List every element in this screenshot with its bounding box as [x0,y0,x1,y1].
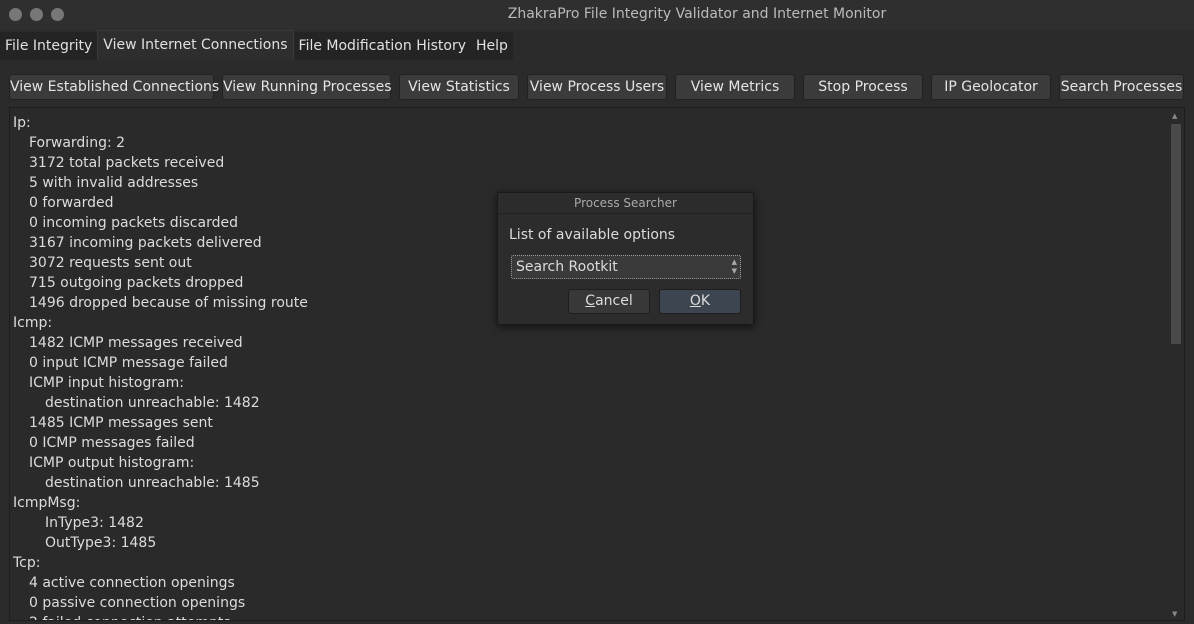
selected-option: Search Rootkit [516,259,618,275]
vertical-scrollbar[interactable]: ▲ ▼ [1171,112,1181,618]
output-line: 3072 requests sent out [29,255,192,271]
output-line: 0 ICMP messages failed [29,435,195,451]
output-line: ICMP input histogram: [29,375,185,391]
scrollbar-thumb[interactable] [1171,124,1181,344]
scroll-down-icon[interactable]: ▼ [1172,610,1177,618]
output-line: Ip: [13,115,31,131]
tab-file-integrity[interactable]: File Integrity [0,32,98,60]
output-line: 2 failed connection attempts [29,613,231,620]
output-line: 3172 total packets received [29,155,225,171]
output-line: destination unreachable: 1482 [45,395,260,411]
options-label: List of available options [509,227,676,243]
tab-file-modification-history[interactable]: File Modification History [293,32,471,60]
view-established-connections-button[interactable]: View Established Connections [9,74,219,100]
output-line: 0 forwarded [29,195,114,211]
tab-help[interactable]: Help [471,32,513,60]
view-metrics-button[interactable]: View Metrics [675,74,795,100]
output-line: 0 passive connection openings [29,595,246,611]
dialog-divider [498,213,753,214]
output-line: 0 input ICMP message failed [29,355,228,371]
dialog-title: Process Searcher [574,196,677,210]
output-line: 0 incoming packets discarded [29,215,238,231]
process-searcher-dialog: Process Searcher List of available optio… [497,192,754,325]
output-line: ICMP output histogram: [29,455,195,471]
output-line: InType3: 1482 [45,515,144,531]
output-line: 715 outgoing packets dropped [29,275,244,291]
output-line: OutType3: 1485 [45,535,157,551]
tab-bar: File Integrity View Internet Connections… [0,30,513,60]
ip-geolocator-button[interactable]: IP Geolocator [931,74,1051,100]
statistics-output-text[interactable]: ▲ ▼ Ip: Forwarding: 2 3172 total packets r… [9,107,1185,621]
output-line: 3167 incoming packets delivered [29,235,262,251]
output-line: 5 with invalid addresses [29,175,199,191]
view-process-users-button[interactable]: View Process Users [527,74,667,100]
view-statistics-button[interactable]: View Statistics [399,74,519,100]
cancel-button[interactable]: Cancel [568,289,650,314]
window-title: ZhakraPro File Integrity Validator and I… [507,6,887,22]
view-running-processes-button[interactable]: View Running Processes [222,74,392,100]
output-line: Forwarding: 2 [29,135,126,151]
tab-view-internet-connections[interactable]: View Internet Connections [97,30,294,60]
search-processes-button[interactable]: Search Processes [1059,74,1184,100]
output-line: Icmp: [13,315,53,331]
output-line: IcmpMsg: [13,495,81,511]
spinner-arrows-icon: ▲ ▼ [731,258,737,275]
ok-button[interactable]: OK [659,289,741,314]
scroll-up-icon[interactable]: ▲ [1172,112,1177,120]
output-line: Tcp: [13,555,41,571]
output-line: 1482 ICMP messages received [29,335,243,351]
output-line: destination unreachable: 1485 [45,475,260,491]
stop-process-button[interactable]: Stop Process [803,74,923,100]
options-select[interactable]: Search Rootkit ▲ ▼ [511,255,741,279]
output-line: 4 active connection openings [29,575,235,591]
title-bar: ZhakraPro File Integrity Validator and I… [0,0,1194,30]
output-line: 1485 ICMP messages sent [29,415,213,431]
output-line: 1496 dropped because of missing route [29,295,308,311]
